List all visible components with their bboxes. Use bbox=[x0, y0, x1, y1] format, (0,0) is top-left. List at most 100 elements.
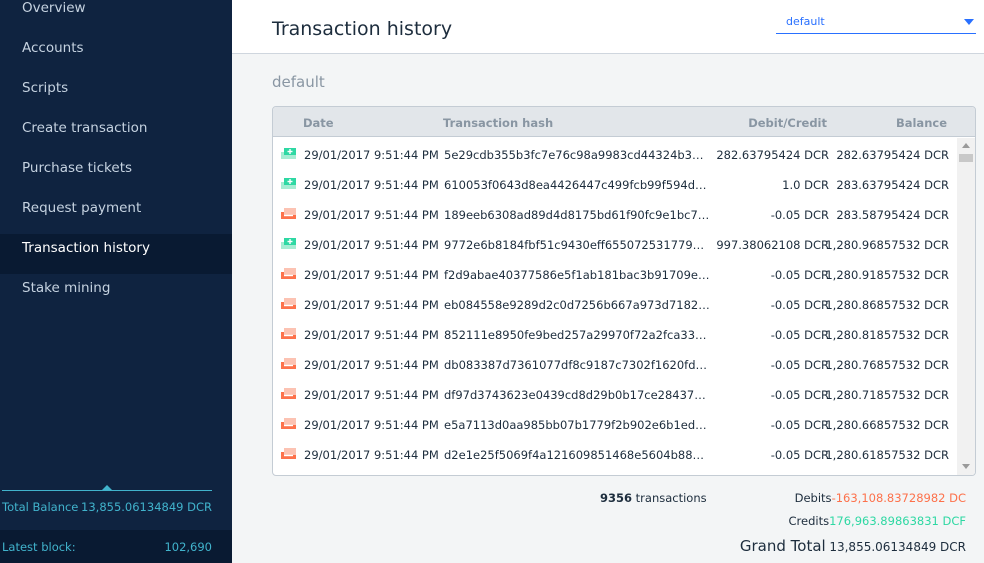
table-row[interactable]: 29/01/2017 9:51:44 PM eb084558e9289d2c0d7… bbox=[273, 288, 957, 318]
debit-icon bbox=[281, 448, 296, 459]
row-date: 29/01/2017 9:51:44 PM bbox=[304, 238, 439, 252]
row-hash: f2d9abae40377586e5f1ab181bac3b91709e745f… bbox=[444, 268, 710, 282]
debit-icon bbox=[281, 358, 296, 369]
sidebar-item-label: Purchase tickets bbox=[22, 160, 133, 176]
debits-label: Debits bbox=[794, 491, 832, 505]
row-balance: 1,280.96857532 DCR bbox=[825, 238, 949, 252]
sidebar-item-label: Stake mining bbox=[22, 280, 111, 296]
row-hash: e5a7113d0aa985bb07b1779f2b902e6b1edc480.… bbox=[444, 418, 710, 432]
table-row[interactable]: 29/01/2017 9:51:44 PM f2d9abae40377586e5f… bbox=[273, 258, 957, 288]
row-balance: 1,280.66857532 DCR bbox=[825, 418, 949, 432]
row-amount: -0.05 DCR bbox=[770, 268, 829, 282]
row-date: 29/01/2017 9:51:44 PM bbox=[304, 148, 439, 162]
sidebar: Overview Accounts Scripts Create transac… bbox=[0, 0, 232, 563]
debits-summary: Debits-163,108.83728982 DC bbox=[795, 491, 966, 505]
row-amount: 997.38062108 DCR bbox=[716, 238, 829, 252]
table-header: Date Transaction hash Debit/Credit Balan… bbox=[273, 107, 975, 137]
credits-value: 176,963.89863831 DCF bbox=[829, 514, 966, 528]
table-row[interactable]: 29/01/2017 9:51:44 PM 189eeb6308ad89d4d81… bbox=[273, 198, 957, 228]
page-header: Transaction history default bbox=[232, 0, 984, 54]
sidebar-item-label: Accounts bbox=[22, 40, 84, 56]
row-date: 29/01/2017 9:51:44 PM bbox=[304, 418, 439, 432]
debit-icon bbox=[281, 328, 296, 339]
debit-icon bbox=[281, 388, 296, 399]
sidebar-item-transaction-history[interactable]: Transaction history bbox=[0, 234, 232, 274]
row-date: 29/01/2017 9:51:44 PM bbox=[304, 208, 439, 222]
table-row[interactable]: 29/01/2017 9:51:44 PM df97d3743623e0439cd… bbox=[273, 378, 957, 408]
transaction-count-value: 9356 bbox=[600, 491, 633, 505]
grand-total-value: 13,855.06134849 DCR bbox=[829, 540, 966, 554]
row-amount: -0.05 DCR bbox=[770, 388, 829, 402]
table-row[interactable]: 29/01/2017 9:51:44 PM d2e1e25f5069f4a1216… bbox=[273, 438, 957, 468]
row-hash: df97d3743623e0439cd8d29b0b17ce2843738f4.… bbox=[444, 388, 710, 402]
row-hash: 852111e8950fe9bed257a29970f72a2fca33bbc1… bbox=[444, 328, 710, 342]
column-header-hash[interactable]: Transaction hash bbox=[443, 116, 553, 130]
table-row[interactable]: 29/01/2017 9:51:44 PM e5a7113d0aa985bb07b… bbox=[273, 408, 957, 438]
credit-icon bbox=[281, 238, 296, 249]
sidebar-item-label: Scripts bbox=[22, 80, 69, 96]
scroll-down-icon[interactable] bbox=[962, 464, 970, 469]
latest-block-value: 102,690 bbox=[164, 540, 212, 554]
row-hash: 5e29cdb355b3fc7e76c98a9983cd44324b3efdd7… bbox=[444, 148, 710, 162]
table-row[interactable]: 29/01/2017 9:51:44 PM 852111e8950fe9bed25… bbox=[273, 318, 957, 348]
row-date: 29/01/2017 9:51:44 PM bbox=[304, 448, 439, 462]
account-select[interactable]: default bbox=[776, 12, 976, 34]
sidebar-item-accounts[interactable]: Accounts bbox=[0, 34, 232, 74]
credit-icon bbox=[281, 148, 296, 159]
sidebar-item-purchase-tickets[interactable]: Purchase tickets bbox=[0, 154, 232, 194]
row-hash: d2e1e25f5069f4a121609851468e5604b8872771… bbox=[444, 448, 710, 462]
sidebar-item-scripts[interactable]: Scripts bbox=[0, 74, 232, 114]
row-amount: -0.05 DCR bbox=[770, 418, 829, 432]
transaction-table: Date Transaction hash Debit/Credit Balan… bbox=[272, 106, 976, 476]
row-balance: 1,280.71857532 DCR bbox=[825, 388, 949, 402]
sidebar-item-create-transaction[interactable]: Create transaction bbox=[0, 114, 232, 154]
column-header-balance[interactable]: Balance bbox=[896, 116, 947, 130]
table-row[interactable]: 29/01/2017 9:51:44 PM 610053f0643d8ea4426… bbox=[273, 168, 957, 198]
row-amount: -0.05 DCR bbox=[770, 208, 829, 222]
account-select-value: default bbox=[786, 15, 825, 28]
grand-total: Grand Total 13,855.06134849 DCR bbox=[740, 537, 966, 555]
sidebar-item-stake-mining[interactable]: Stake mining bbox=[0, 274, 232, 314]
debit-icon bbox=[281, 298, 296, 309]
row-date: 29/01/2017 9:51:44 PM bbox=[304, 298, 439, 312]
column-header-debit-credit[interactable]: Debit/Credit bbox=[748, 116, 827, 130]
total-balance-value: 13,855.06134849 DCR bbox=[81, 500, 212, 514]
total-balance: Total Balance 13,855.06134849 DCR bbox=[2, 500, 212, 514]
row-amount: -0.05 DCR bbox=[770, 358, 829, 372]
row-date: 29/01/2017 9:51:44 PM bbox=[304, 178, 439, 192]
credits-label: Credits bbox=[788, 514, 830, 528]
row-balance: 1,280.86857532 DCR bbox=[825, 298, 949, 312]
row-hash: 610053f0643d8ea4426447c499fcb99f594df8c2… bbox=[444, 178, 710, 192]
latest-block-label: Latest block: bbox=[2, 540, 76, 554]
row-balance: 282.63795424 DCR bbox=[836, 148, 949, 162]
total-balance-label: Total Balance bbox=[2, 500, 79, 514]
account-name-label: default bbox=[272, 73, 325, 91]
table-row[interactable]: 29/01/2017 9:51:44 PM 5e29cdb355b3fc7e76c… bbox=[273, 138, 957, 168]
row-hash: 9772e6b8184fbf51c9430eff6550725317790a5a… bbox=[444, 238, 710, 252]
table-scrollbar[interactable] bbox=[957, 138, 975, 475]
scroll-up-icon[interactable] bbox=[962, 143, 970, 148]
sidebar-item-request-payment[interactable]: Request payment bbox=[0, 194, 232, 234]
row-balance: 283.58795424 DCR bbox=[836, 208, 949, 222]
row-date: 29/01/2017 9:51:44 PM bbox=[304, 268, 439, 282]
credits-summary: Credits176,963.89863831 DCF bbox=[789, 514, 966, 528]
credit-icon bbox=[281, 178, 296, 189]
row-balance: 1,280.76857532 DCR bbox=[825, 358, 949, 372]
row-amount: 1.0 DCR bbox=[782, 178, 829, 192]
scroll-thumb[interactable] bbox=[959, 154, 973, 162]
row-balance: 1,280.61857532 DCR bbox=[825, 448, 949, 462]
sidebar-item-overview[interactable]: Overview bbox=[0, 0, 232, 34]
sidebar-nav: Overview Accounts Scripts Create transac… bbox=[0, 0, 232, 314]
row-amount: -0.05 DCR bbox=[770, 448, 829, 462]
row-amount: 282.63795424 DCR bbox=[716, 148, 829, 162]
row-amount: -0.05 DCR bbox=[770, 328, 829, 342]
grand-total-label: Grand Total bbox=[739, 537, 826, 555]
transaction-count: 9356 transactions bbox=[600, 491, 707, 505]
chevron-down-icon bbox=[964, 19, 974, 25]
table-body: 29/01/2017 9:51:44 PM 5e29cdb355b3fc7e76c… bbox=[273, 138, 957, 468]
table-row[interactable]: 29/01/2017 9:51:44 PM db083387d7361077df8… bbox=[273, 348, 957, 378]
row-hash: eb084558e9289d2c0d7256b667a973d718240fa.… bbox=[444, 298, 710, 312]
column-header-date[interactable]: Date bbox=[303, 116, 334, 130]
row-balance: 283.63795424 DCR bbox=[836, 178, 949, 192]
table-row[interactable]: 29/01/2017 9:51:44 PM 9772e6b8184fbf51c94… bbox=[273, 228, 957, 258]
